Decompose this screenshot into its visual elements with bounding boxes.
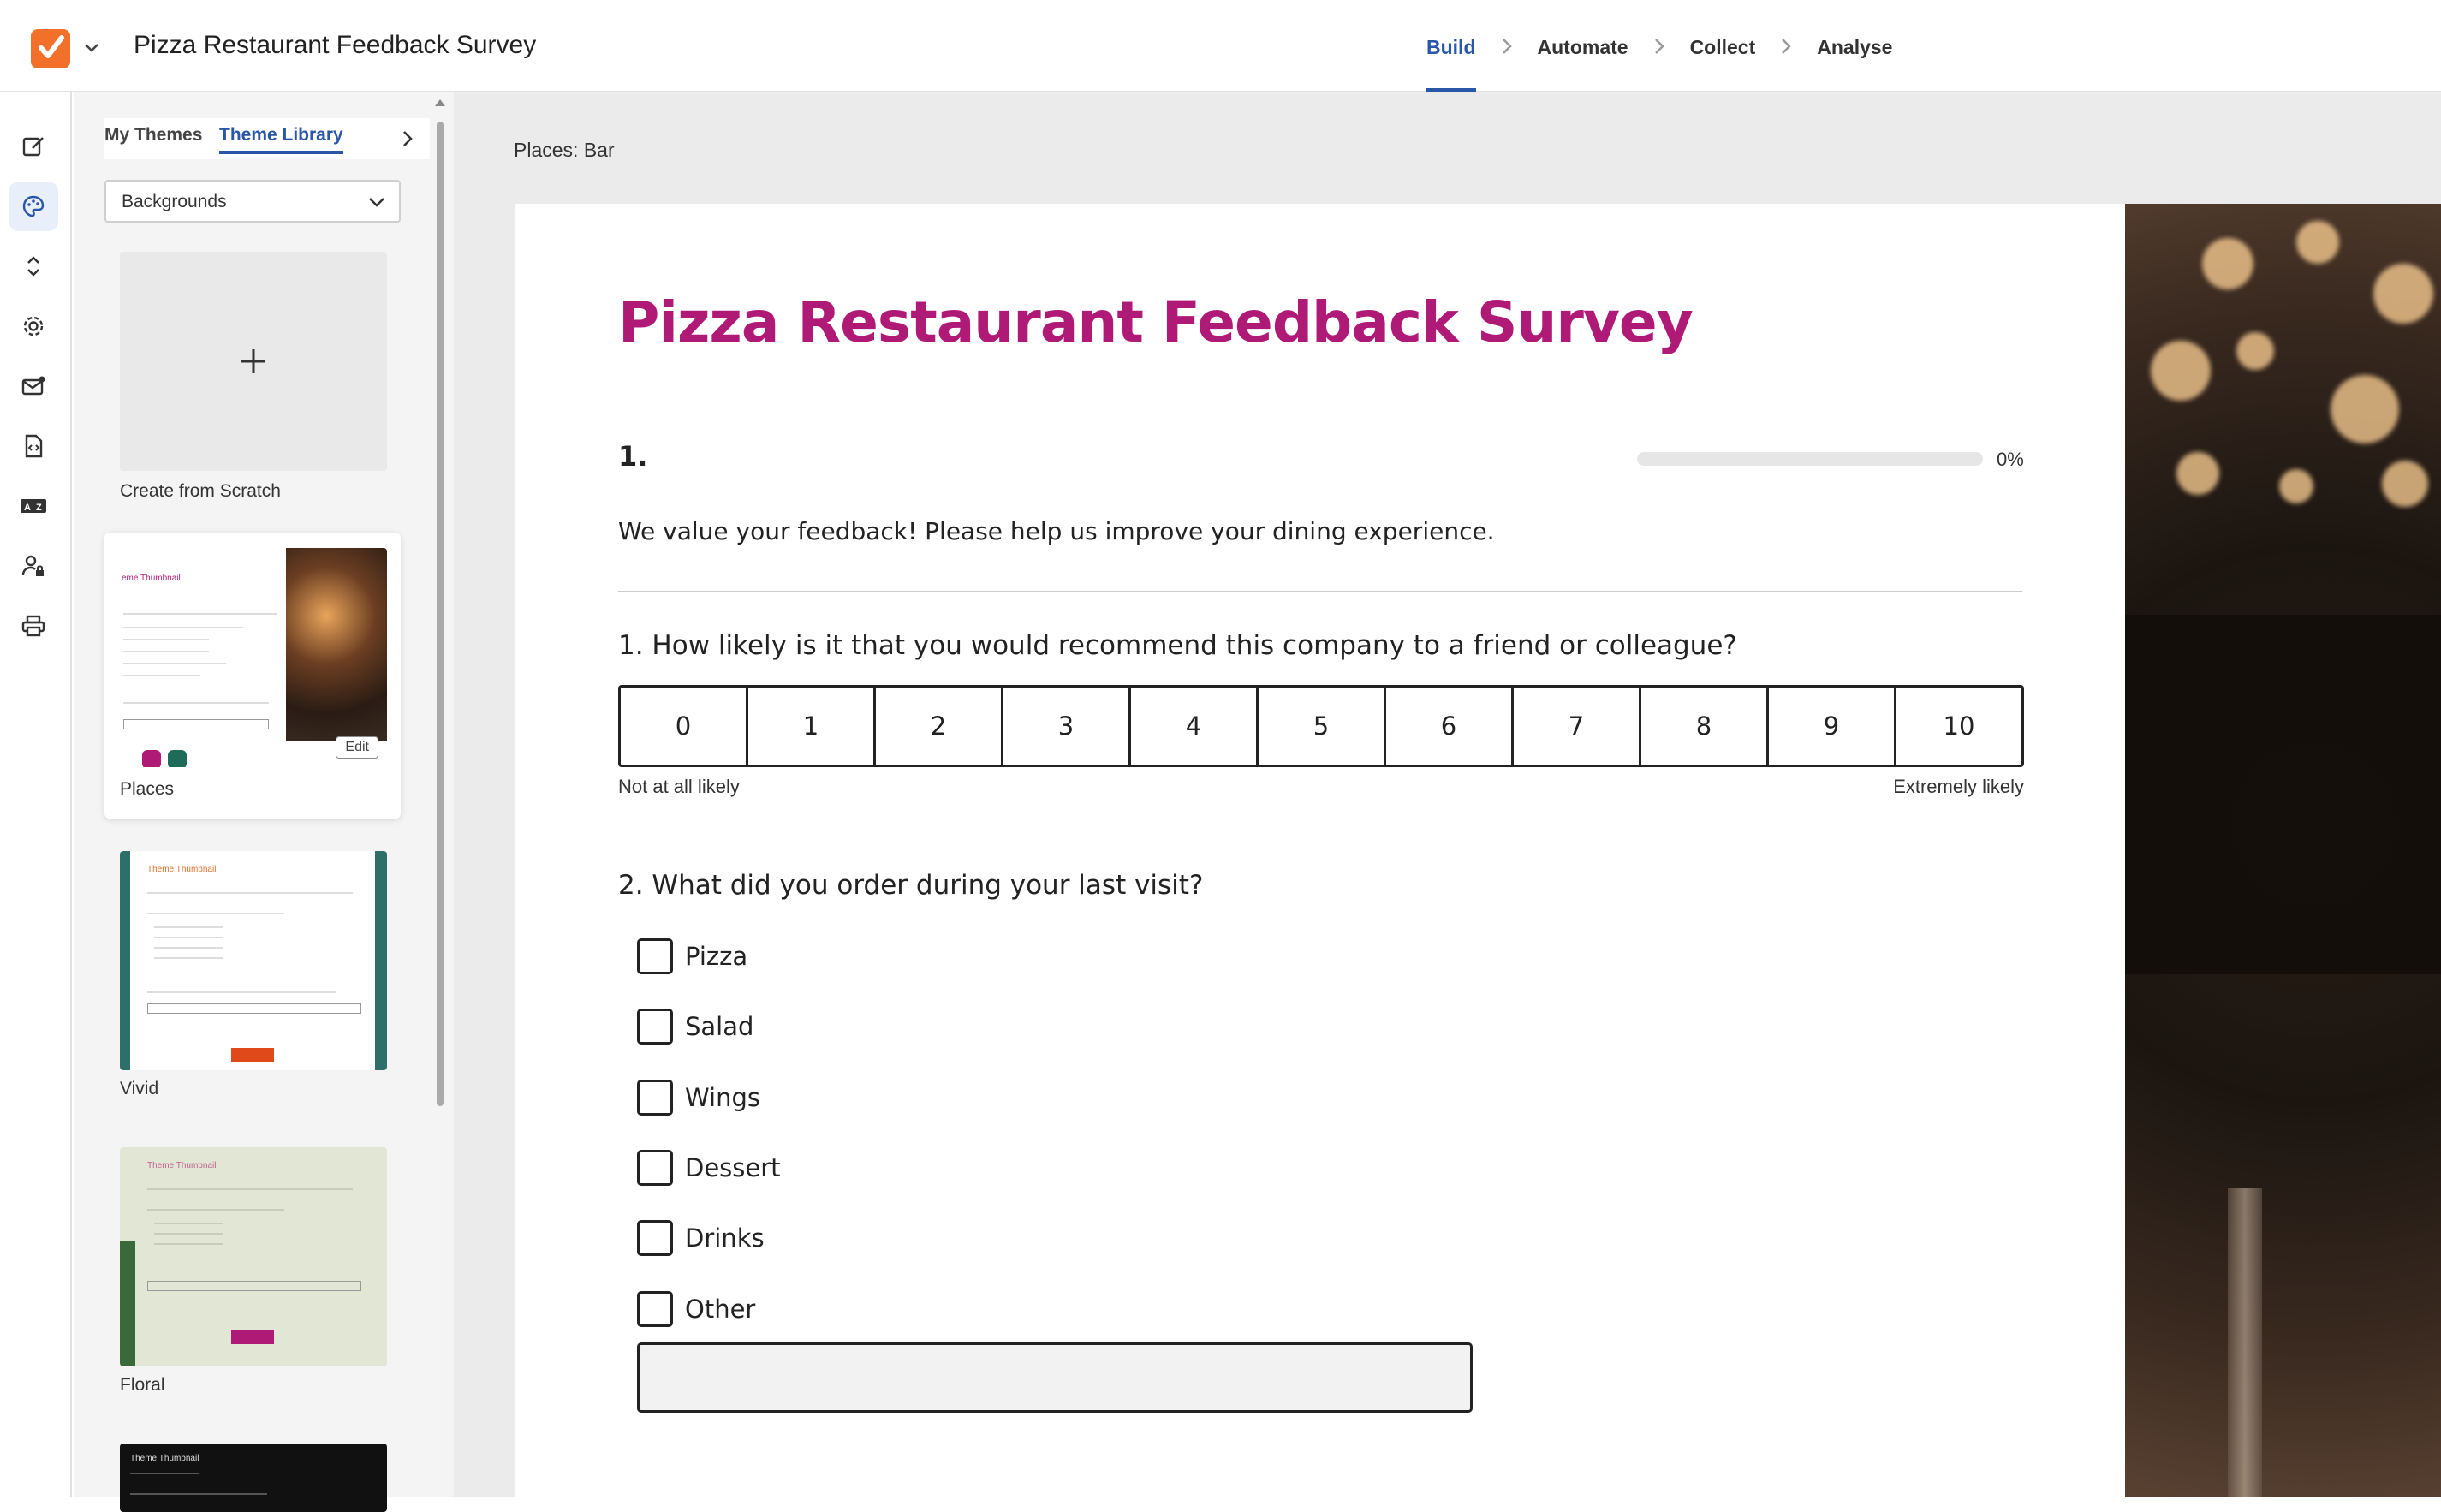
expand-collapse-icon[interactable]: [9, 241, 58, 291]
nps-option[interactable]: 10: [1896, 688, 2021, 765]
nps-option[interactable]: 4: [1131, 688, 1259, 765]
theme-card-dark[interactable]: Theme Thumbnail: [104, 1438, 401, 1512]
option-label: Other: [685, 1295, 756, 1324]
edit-theme-button[interactable]: Edit: [336, 736, 378, 759]
svg-text:Z: Z: [36, 503, 42, 513]
left-icon-rail: AZ: [0, 92, 72, 1497]
theme-category-dropdown[interactable]: Backgrounds: [104, 180, 401, 223]
chevron-down-icon[interactable]: [82, 38, 101, 57]
scroll-up-arrow[interactable]: [435, 99, 445, 106]
nps-option[interactable]: 7: [1514, 688, 1641, 765]
app-logo-icon[interactable]: [31, 29, 70, 68]
step-build[interactable]: Build: [1426, 0, 1476, 92]
theme-panel: My Themes Theme Library Backgrounds Crea…: [74, 92, 454, 1512]
scroll-thumb[interactable]: [437, 122, 444, 1106]
step-automate[interactable]: Automate: [1538, 0, 1628, 92]
option-label: Drinks: [685, 1223, 765, 1253]
code-file-icon[interactable]: [9, 421, 58, 471]
theme-tabs: My Themes Theme Library: [104, 118, 474, 159]
divider: [618, 591, 2022, 592]
theme-name: Floral: [120, 1375, 165, 1395]
other-text-input[interactable]: [637, 1342, 1473, 1413]
question-1-text: 1. How likely is it that you would recom…: [618, 630, 1737, 661]
intro-text: We value your feedback! Please help us i…: [618, 517, 1495, 545]
mail-icon[interactable]: [9, 361, 58, 411]
option-label: Salad: [685, 1012, 754, 1041]
option-pizza[interactable]: Pizza: [637, 938, 747, 974]
option-label: Wings: [685, 1083, 760, 1112]
step-collect[interactable]: Collect: [1690, 0, 1756, 92]
nps-high-label: Extremely likely: [1893, 776, 2024, 797]
nps-option[interactable]: 1: [748, 688, 876, 765]
nps-option[interactable]: 2: [876, 688, 1003, 765]
nps-option[interactable]: 5: [1259, 688, 1386, 765]
option-salad[interactable]: Salad: [637, 1009, 753, 1045]
tab-theme-library[interactable]: Theme Library: [219, 125, 343, 154]
theme-thumbnail: Theme Thumbnail: [120, 1147, 387, 1366]
theme-card-floral[interactable]: Theme Thumbnail Floral: [104, 1142, 401, 1416]
top-bar: Pizza Restaurant Feedback Survey Build A…: [0, 0, 2441, 92]
secondary-swatch: [168, 750, 187, 767]
survey-preview: Pizza Restaurant Feedback Survey 1. 0% W…: [515, 204, 2125, 1497]
option-wings[interactable]: Wings: [637, 1080, 760, 1116]
progress-label: 0%: [1997, 449, 2024, 470]
svg-text:A: A: [24, 503, 31, 513]
option-dessert[interactable]: Dessert: [637, 1150, 781, 1186]
page-number: 1.: [618, 440, 648, 473]
option-drinks[interactable]: Drinks: [637, 1220, 765, 1256]
theme-name-label: Places: Bar: [514, 139, 615, 161]
nps-scale: 0 1 2 3 4 5 6 7 8 9 10: [618, 685, 2024, 767]
panel-scrollbar[interactable]: [433, 96, 445, 1497]
gear-icon[interactable]: [9, 301, 58, 351]
theme-thumbnail: Theme Thumbnail: [120, 1444, 387, 1512]
workflow-steps: Build Automate Collect Analyse: [1426, 0, 1892, 92]
accent-swatch: [142, 750, 161, 767]
chevron-right-icon: [1654, 39, 1664, 54]
checkbox[interactable]: [637, 938, 673, 974]
theme-name: Vivid: [120, 1079, 159, 1098]
chevron-right-icon: [1502, 39, 1512, 54]
option-other[interactable]: Other: [637, 1291, 755, 1327]
theme-card-vivid[interactable]: Theme Thumbnail Vivid: [104, 846, 401, 1120]
theme-name: Places: [120, 779, 175, 799]
question-2-text: 2. What did you order during your last v…: [618, 870, 1204, 901]
checkbox[interactable]: [637, 1009, 673, 1045]
background-photo: [2125, 204, 2441, 1497]
nps-option[interactable]: 6: [1386, 688, 1514, 765]
palette-icon[interactable]: [9, 182, 58, 231]
chevron-down-icon: [369, 198, 384, 207]
option-label: Dessert: [685, 1153, 781, 1182]
plus-icon: [241, 349, 265, 373]
nps-option[interactable]: 8: [1641, 688, 1769, 765]
dropdown-value: Backgrounds: [122, 192, 227, 211]
survey-name: Pizza Restaurant Feedback Survey: [134, 31, 537, 59]
edit-icon[interactable]: [9, 122, 58, 171]
checkbox[interactable]: [637, 1291, 673, 1327]
survey-title: Pizza Restaurant Feedback Survey: [618, 289, 1694, 355]
nps-low-label: Not at all likely: [618, 776, 740, 797]
nps-option[interactable]: 9: [1769, 688, 1896, 765]
theme-thumbnail: eme Thumbnail Edit: [120, 548, 387, 767]
nps-option[interactable]: 3: [1003, 688, 1131, 765]
preview-canvas: Places: Bar Pizza Restaurant Feedback Su…: [454, 92, 2441, 1497]
tab-my-themes[interactable]: My Themes: [104, 125, 202, 146]
theme-thumbnail: Theme Thumbnail: [120, 851, 387, 1070]
step-analyse[interactable]: Analyse: [1817, 0, 1892, 92]
checkbox[interactable]: [637, 1220, 673, 1256]
checkbox[interactable]: [637, 1080, 673, 1116]
theme-card-places[interactable]: eme Thumbnail Edit Places: [104, 533, 401, 819]
chevron-right-icon[interactable]: [396, 127, 420, 151]
create-from-scratch-label: Create from Scratch: [120, 481, 281, 501]
print-icon[interactable]: [9, 601, 58, 651]
translate-icon[interactable]: AZ: [9, 481, 58, 531]
option-label: Pizza: [685, 942, 748, 971]
progress-bar: [1637, 452, 1983, 466]
nps-option[interactable]: 0: [621, 688, 748, 765]
chevron-right-icon: [1782, 39, 1792, 54]
create-from-scratch-card[interactable]: [120, 252, 387, 471]
user-lock-icon[interactable]: [9, 541, 58, 591]
checkbox[interactable]: [637, 1150, 673, 1186]
